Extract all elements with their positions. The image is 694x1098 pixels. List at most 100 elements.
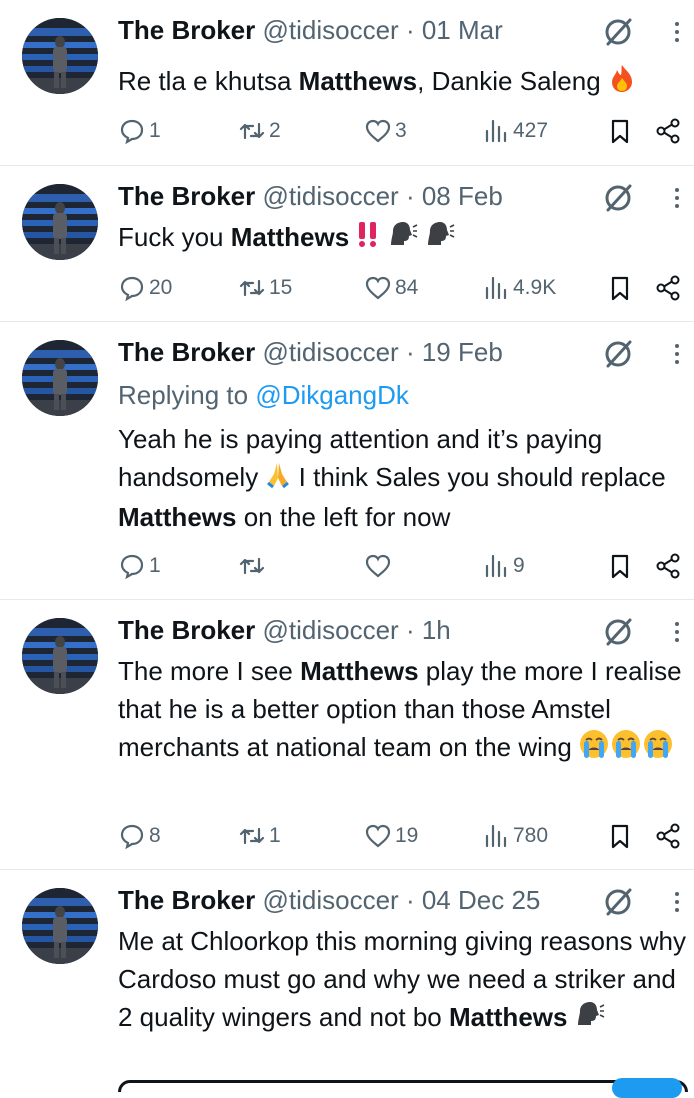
view-count: 4.9K xyxy=(513,276,557,299)
repost-count: 15 xyxy=(269,276,293,299)
grok-icon[interactable] xyxy=(602,182,634,214)
text-segment: on the left for now xyxy=(236,502,451,533)
grok-icon[interactable] xyxy=(602,338,634,370)
tweet-5[interactable]: The Broker @tidisoccer · 04 Dec 25 Me at… xyxy=(0,870,694,1086)
share-icon xyxy=(656,118,680,144)
bookmark-icon xyxy=(611,276,629,301)
folded-hands-emoji xyxy=(265,460,291,498)
share-button[interactable] xyxy=(654,821,684,851)
more-icon[interactable] xyxy=(672,20,682,44)
reply-count: 1 xyxy=(149,119,161,142)
reply-icon xyxy=(120,554,144,580)
grok-icon[interactable] xyxy=(602,16,634,48)
timestamp[interactable]: · 1h xyxy=(406,615,451,645)
share-button[interactable] xyxy=(654,273,684,303)
like-button[interactable]: 19 xyxy=(364,821,418,851)
avatar[interactable] xyxy=(22,888,98,964)
timestamp[interactable]: · 19 Feb xyxy=(406,337,503,367)
action-bar: 20 15 84 4.9K xyxy=(118,273,688,303)
share-icon xyxy=(656,553,680,579)
bookmark-icon xyxy=(611,119,629,144)
text-segment xyxy=(567,1002,574,1032)
repost-button[interactable]: 2 xyxy=(238,116,281,146)
reply-button[interactable]: 1 xyxy=(118,116,161,146)
text-segment: The more I see xyxy=(118,656,301,686)
more-icon[interactable] xyxy=(672,342,682,366)
tweet-text: Fuck you Matthews ‼️🗣️🗣️ xyxy=(118,218,688,259)
avatar[interactable] xyxy=(22,184,98,260)
tweet-header: The Broker @tidisoccer · 01 Mar xyxy=(118,14,503,46)
tweet-1[interactable]: The Broker @tidisoccer · 01 Mar Re tla e… xyxy=(0,0,694,166)
speaking-head-emoji xyxy=(388,219,418,259)
repost-icon xyxy=(239,279,265,297)
timestamp[interactable]: · 04 Dec 25 xyxy=(406,885,540,915)
share-button[interactable] xyxy=(654,551,684,581)
tweet-3[interactable]: The Broker @tidisoccer · 19 Feb Replying… xyxy=(0,322,694,600)
avatar[interactable] xyxy=(22,18,98,94)
view-count: 9 xyxy=(513,554,525,577)
fire-emoji xyxy=(608,63,636,103)
avatar[interactable] xyxy=(22,618,98,694)
repost-button[interactable]: 1 xyxy=(238,821,281,851)
floating-action-button[interactable] xyxy=(612,1078,682,1098)
display-name[interactable]: The Broker xyxy=(118,15,255,45)
more-icon[interactable] xyxy=(672,186,682,210)
repost-icon xyxy=(239,827,265,845)
bookmark-button[interactable] xyxy=(606,116,636,146)
handle[interactable]: @tidisoccer xyxy=(263,181,399,211)
handle[interactable]: @tidisoccer xyxy=(263,15,399,45)
views-button[interactable]: 780 xyxy=(482,821,548,851)
text-bold: Matthews xyxy=(300,656,419,686)
tweet-text: The more I see Matthews play the more I … xyxy=(118,652,688,770)
speaking-head-emoji xyxy=(425,219,455,259)
reply-icon xyxy=(120,119,144,145)
crying-face-emoji xyxy=(579,728,675,770)
display-name[interactable]: The Broker xyxy=(118,885,255,915)
tweet-4[interactable]: The Broker @tidisoccer · 1h The more I s… xyxy=(0,600,694,870)
tweet-text: Yeah he is paying attention and it’s pay… xyxy=(118,420,688,536)
more-icon[interactable] xyxy=(672,890,682,914)
reply-handle-link[interactable]: @DikgangDk xyxy=(255,380,409,410)
action-bar: 1 9 xyxy=(118,551,688,581)
views-icon xyxy=(485,119,507,143)
views-button[interactable]: 9 xyxy=(482,551,525,581)
action-bar: 1 2 3 427 xyxy=(118,116,688,146)
display-name[interactable]: The Broker xyxy=(118,337,255,367)
like-button[interactable]: 3 xyxy=(364,116,407,146)
views-button[interactable]: 427 xyxy=(482,116,548,146)
repost-count: 2 xyxy=(269,119,281,142)
like-button[interactable]: 84 xyxy=(364,273,418,303)
share-button[interactable] xyxy=(654,116,684,146)
grok-icon[interactable] xyxy=(602,616,634,648)
action-bar: 8 1 19 780 xyxy=(118,821,688,851)
reply-button[interactable]: 1 xyxy=(118,551,161,581)
repost-button[interactable] xyxy=(238,551,269,581)
like-button[interactable] xyxy=(364,551,395,581)
avatar[interactable] xyxy=(22,340,98,416)
repost-count: 1 xyxy=(269,824,281,847)
reply-button[interactable]: 8 xyxy=(118,821,161,851)
display-name[interactable]: The Broker xyxy=(118,181,255,211)
bookmark-button[interactable] xyxy=(606,273,636,303)
bookmark-button[interactable] xyxy=(606,551,636,581)
views-button[interactable]: 4.9K xyxy=(482,273,556,303)
text-segment: Re tla e khutsa xyxy=(118,66,299,96)
more-icon[interactable] xyxy=(672,620,682,644)
views-icon xyxy=(485,554,507,578)
display-name[interactable]: The Broker xyxy=(118,615,255,645)
bookmark-icon xyxy=(611,554,629,579)
timestamp[interactable]: · 01 Mar xyxy=(406,15,503,45)
handle[interactable]: @tidisoccer xyxy=(263,885,399,915)
view-count: 780 xyxy=(513,824,549,847)
speaking-head-emoji xyxy=(575,999,605,1039)
handle[interactable]: @tidisoccer xyxy=(263,337,399,367)
bookmark-icon xyxy=(611,824,629,849)
tweet-2[interactable]: The Broker @tidisoccer · 08 Feb Fuck you… xyxy=(0,166,694,322)
reply-button[interactable]: 20 xyxy=(118,273,172,303)
handle[interactable]: @tidisoccer xyxy=(263,615,399,645)
timestamp[interactable]: · 08 Feb xyxy=(406,181,503,211)
share-icon xyxy=(656,823,680,849)
grok-icon[interactable] xyxy=(602,886,634,918)
bookmark-button[interactable] xyxy=(606,821,636,851)
repost-button[interactable]: 15 xyxy=(238,273,292,303)
